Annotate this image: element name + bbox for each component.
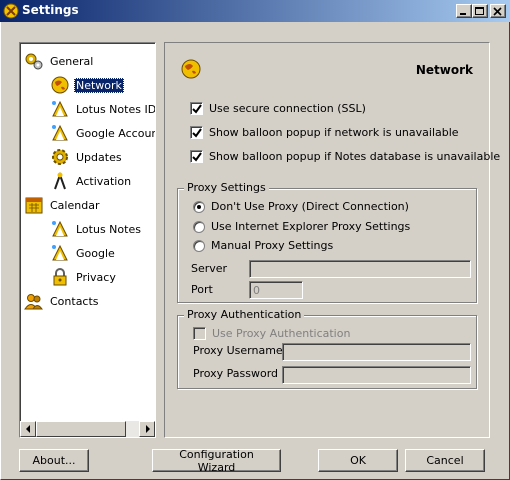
maximize-button[interactable] — [472, 4, 488, 18]
close-button[interactable] — [490, 4, 506, 18]
proxy-username-label: Proxy Username — [193, 344, 283, 357]
checkbox-label: Show balloon popup if network is unavail… — [209, 126, 459, 139]
about-button[interactable]: About... — [19, 449, 89, 472]
radio-dot[interactable] — [193, 200, 205, 213]
maximize-icon — [475, 7, 484, 15]
checkmark-icon — [192, 152, 202, 162]
tree-item-label: Contacts — [50, 294, 99, 308]
page-title: Network — [415, 63, 473, 77]
tree-item-label: Activation — [76, 174, 132, 188]
radio-direct-connection[interactable]: Don't Use Proxy (Direct Connection) — [193, 200, 409, 213]
tree-item-label: Google Account — [76, 126, 156, 140]
tree-item-general[interactable]: General — [24, 50, 95, 72]
proxy-password-label: Proxy Password — [193, 367, 279, 380]
tree-item-label: Google — [76, 246, 115, 260]
tree-item-label: Network — [74, 77, 124, 93]
checkbox-box[interactable] — [193, 327, 206, 340]
port-field[interactable] — [249, 281, 303, 299]
configuration-wizard-button[interactable]: Configuration Wizard — [152, 448, 281, 474]
minimize-icon — [460, 13, 466, 15]
checkbox-label: Use Proxy Authentication — [212, 327, 351, 340]
checkbox-label: Use secure connection (SSL) — [209, 102, 366, 115]
proxy-username-field[interactable] — [282, 343, 471, 361]
settings-tree[interactable]: General Network Lotus Notes ID Google Ac… — [19, 42, 156, 438]
tree-item-label: Privacy — [76, 270, 116, 284]
window-title: Settings — [22, 3, 79, 17]
network-balloon-checkbox[interactable]: Show balloon popup if network is unavail… — [190, 126, 459, 139]
lock-icon — [53, 268, 67, 286]
radio-label: Use Internet Explorer Proxy Settings — [211, 220, 411, 233]
radio-label: Don't Use Proxy (Direct Connection) — [211, 200, 409, 213]
minimize-button[interactable] — [456, 4, 472, 18]
scroll-left-button[interactable] — [20, 421, 36, 437]
notes-balloon-checkbox[interactable]: Show balloon popup if Notes database is … — [190, 150, 500, 163]
tree-item-calendar[interactable]: Calendar — [24, 194, 101, 216]
port-label: Port — [191, 283, 213, 296]
tree-item-privacy[interactable]: Privacy — [50, 266, 118, 288]
cancel-button[interactable]: Cancel — [405, 449, 485, 472]
radio-label: Manual Proxy Settings — [211, 239, 334, 252]
calendar-icon — [25, 197, 43, 214]
tree-item-lotus-notes[interactable]: Lotus Notes — [50, 218, 143, 240]
wizard-icon — [52, 220, 68, 237]
tree-item-label: Updates — [76, 150, 122, 164]
scroll-right-button[interactable] — [139, 421, 155, 437]
server-label: Server — [191, 262, 228, 275]
globe-icon — [51, 76, 69, 94]
arrow-left-icon — [26, 425, 30, 433]
app-icon — [3, 3, 19, 19]
tree-item-google-account[interactable]: Google Account — [50, 122, 156, 144]
tree-item-google[interactable]: Google — [50, 242, 117, 264]
tree-item-network[interactable]: Network — [50, 74, 124, 96]
network-settings-panel: Network Use secure connection (SSL) Show… — [164, 42, 500, 438]
contacts-icon — [24, 294, 43, 310]
tree-item-contacts[interactable]: Contacts — [24, 290, 101, 312]
use-proxy-auth-checkbox[interactable]: Use Proxy Authentication — [193, 327, 350, 340]
wizard-icon — [52, 244, 68, 261]
wizard-icon — [52, 100, 68, 117]
proxy-password-field[interactable] — [282, 366, 471, 384]
ssl-checkbox[interactable]: Use secure connection (SSL) — [190, 102, 366, 115]
checkmark-icon — [192, 104, 202, 114]
checkbox-box[interactable] — [190, 102, 203, 115]
title-bar[interactable]: Settings — [0, 0, 510, 22]
checkbox-box[interactable] — [190, 126, 203, 139]
wizard-icon — [52, 124, 68, 141]
checkbox-box[interactable] — [190, 150, 203, 163]
tree-item-label: Lotus Notes — [76, 222, 141, 236]
ok-button[interactable]: OK — [318, 449, 398, 472]
tree-item-activation[interactable]: Activation — [50, 170, 133, 192]
tree-item-lotus-notes-id[interactable]: Lotus Notes ID — [50, 98, 156, 120]
server-field[interactable] — [249, 260, 471, 278]
wizard-icon — [54, 172, 66, 190]
tree-item-label: Lotus Notes ID — [76, 102, 156, 116]
radio-dot[interactable] — [193, 239, 205, 252]
globe-icon — [181, 59, 201, 79]
close-icon — [493, 7, 502, 16]
tree-item-label: Calendar — [50, 198, 100, 212]
group-legend: Proxy Authentication — [184, 308, 305, 321]
radio-manual-proxy[interactable]: Manual Proxy Settings — [193, 239, 333, 252]
tree-item-label: General — [50, 54, 94, 68]
radio-ie-proxy[interactable]: Use Internet Explorer Proxy Settings — [193, 220, 410, 233]
group-legend: Proxy Settings — [184, 181, 269, 194]
radio-dot[interactable] — [193, 220, 205, 233]
checkbox-label: Show balloon popup if Notes database is … — [209, 150, 501, 163]
tree-horizontal-scrollbar[interactable] — [20, 421, 155, 437]
gears-icon — [25, 53, 43, 70]
scroll-thumb[interactable] — [36, 421, 126, 437]
tree-item-updates[interactable]: Updates — [50, 146, 124, 168]
checkmark-icon — [192, 128, 202, 138]
arrow-right-icon — [146, 425, 150, 433]
gear-icon — [52, 149, 68, 165]
